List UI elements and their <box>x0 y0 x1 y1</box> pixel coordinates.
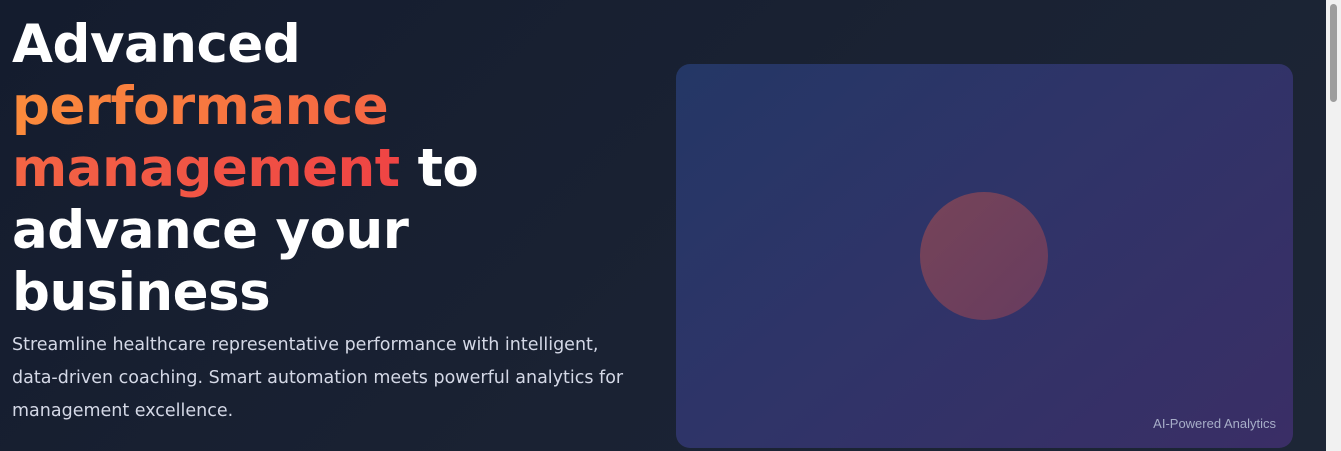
scrollbar-thumb[interactable] <box>1330 4 1337 102</box>
headline-accent: performance management <box>12 76 400 199</box>
headline-start: Advanced <box>12 14 301 75</box>
analytics-visual-card: AI-Powered Analytics <box>676 64 1293 448</box>
hero-headline: Advanced performance management to advan… <box>12 14 632 324</box>
hero-subtitle: Streamline healthcare representative per… <box>12 335 624 421</box>
page-scrollbar[interactable] <box>1326 0 1341 451</box>
hero-section: Advanced performance management to advan… <box>0 0 1326 451</box>
glow-orb <box>920 192 1048 320</box>
visual-caption: AI-Powered Analytics <box>1153 416 1276 431</box>
